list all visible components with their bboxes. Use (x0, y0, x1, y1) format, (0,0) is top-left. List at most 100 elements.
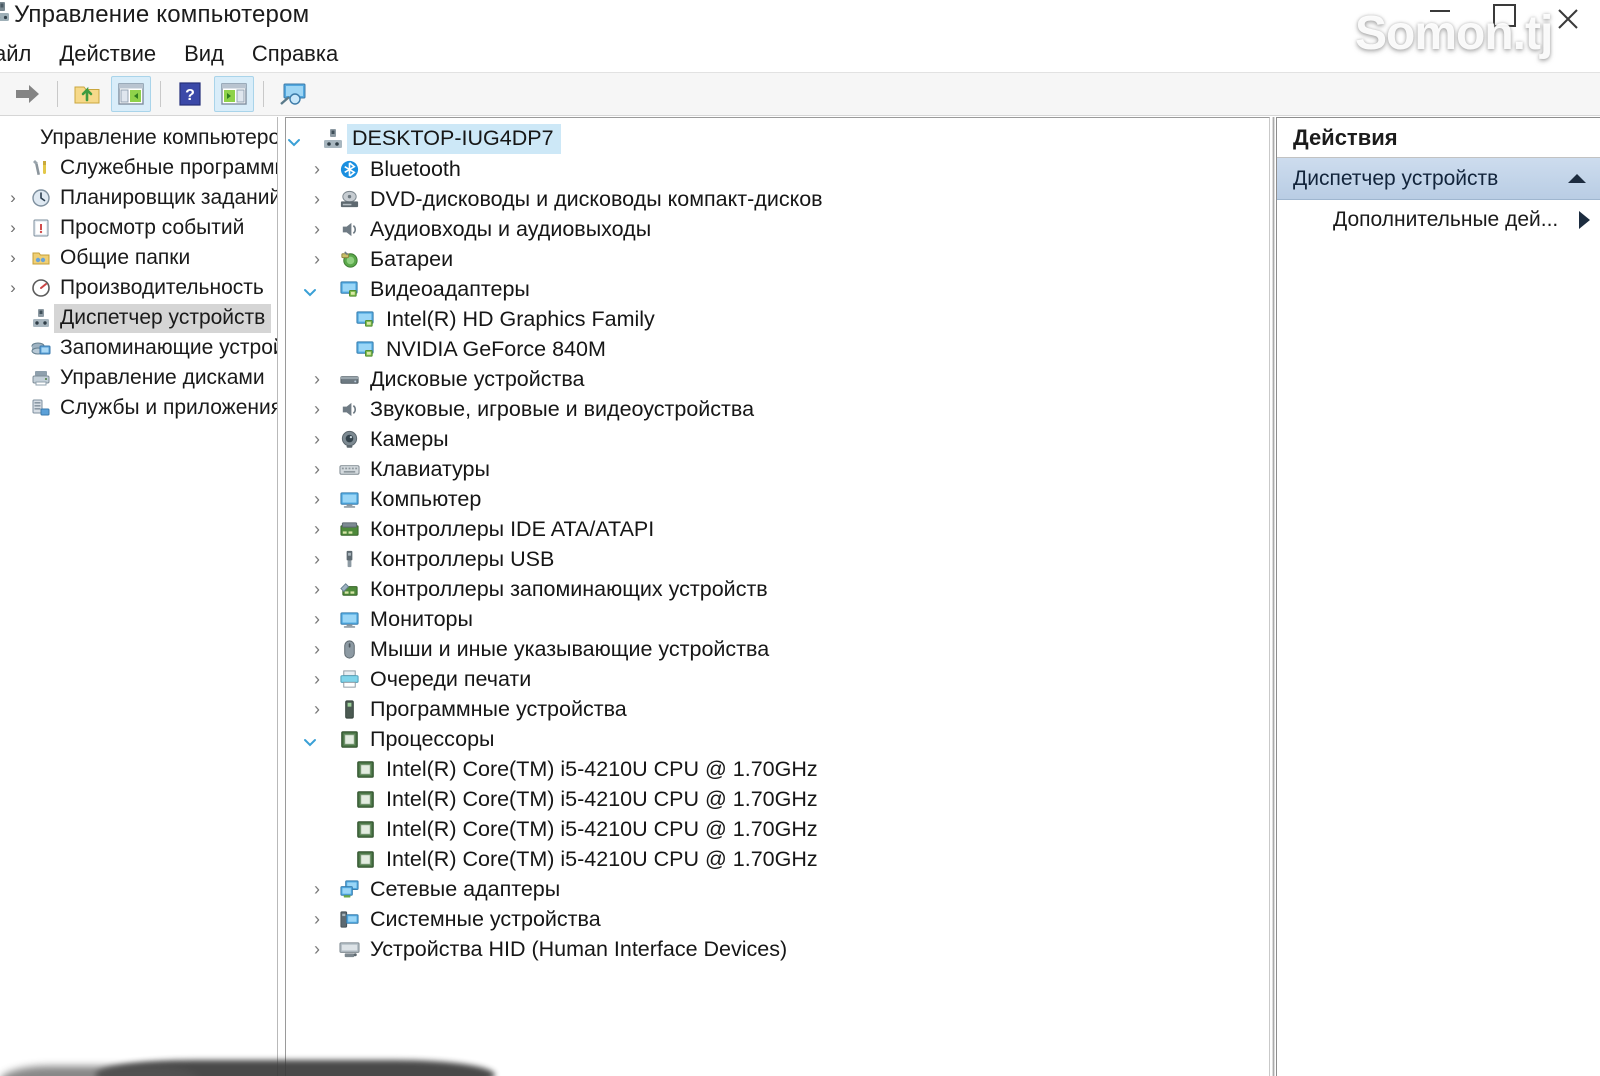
device-node-audio-io[interactable]: › Аудиовходы и аудиовыходы (286, 214, 1269, 244)
chevron-right-icon[interactable]: › (0, 248, 26, 268)
device-node-system-devices[interactable]: › Системные устройства (286, 904, 1269, 934)
storage-icon (26, 338, 56, 358)
sidebar-item-label: Производительность (60, 276, 264, 299)
close-icon[interactable] (1536, 0, 1600, 38)
device-node-cameras[interactable]: › Камеры (286, 424, 1269, 454)
menu-help[interactable]: Справка (238, 41, 352, 67)
minimize-icon[interactable] (1408, 0, 1472, 38)
chevron-right-icon[interactable]: › (302, 669, 332, 690)
menu-view[interactable]: Вид (170, 41, 238, 67)
chevron-right-icon[interactable]: › (302, 489, 332, 510)
action-item-more-actions[interactable]: Дополнительные дей... (1277, 200, 1600, 240)
sidebar-item-services-apps[interactable]: Службы и приложения (0, 393, 277, 423)
processor-icon (348, 789, 382, 810)
device-node-dvd-drives[interactable]: › DVD-дисководы и дисководы компакт-диск… (286, 184, 1269, 214)
chevron-right-icon[interactable]: › (302, 519, 332, 540)
device-node-disk-drives[interactable]: › Дисковые устройства (286, 364, 1269, 394)
submenu-arrow-icon[interactable] (1579, 211, 1590, 229)
sidebar-item-disk-management[interactable]: Управление дисками (0, 363, 277, 393)
chevron-right-icon[interactable]: › (0, 188, 26, 208)
device-node-cpu-core-1[interactable]: Intel(R) Core(TM) i5-4210U CPU @ 1.70GHz (286, 754, 1269, 784)
chevron-right-icon[interactable]: › (0, 218, 26, 238)
chevron-right-icon[interactable]: › (302, 249, 332, 270)
sidebar-item-shared-folders[interactable]: › Общие папки (0, 243, 277, 273)
help-icon[interactable]: ? (170, 76, 210, 112)
device-node-mice[interactable]: › Мыши и иные указывающие устройства (286, 634, 1269, 664)
device-node-sound-video-game[interactable]: › Звуковые, игровые и видеоустройства (286, 394, 1269, 424)
device-node-print-queues[interactable]: › Очереди печати (286, 664, 1269, 694)
chevron-right-icon[interactable]: › (302, 549, 332, 570)
chevron-right-icon[interactable]: › (302, 909, 332, 930)
device-node-nvidia-geforce[interactable]: NVIDIA GeForce 840M (286, 334, 1269, 364)
chevron-right-icon[interactable]: › (302, 369, 332, 390)
forward-arrow-icon[interactable] (8, 76, 48, 112)
device-node-cpu-core-3[interactable]: Intel(R) Core(TM) i5-4210U CPU @ 1.70GHz (286, 814, 1269, 844)
chevron-right-icon[interactable]: › (0, 278, 26, 298)
device-node-label: NVIDIA GeForce 840M (386, 336, 606, 361)
sidebar-item-performance[interactable]: › Производительность (0, 273, 277, 303)
device-node-keyboards[interactable]: › Клавиатуры (286, 454, 1269, 484)
device-node-hid-devices[interactable]: › Устройства HID (Human Interface Device… (286, 934, 1269, 964)
chevron-down-icon[interactable] (302, 278, 332, 300)
device-node-usb-controllers[interactable]: › Контроллеры USB (286, 544, 1269, 574)
device-node-bluetooth[interactable]: › Bluetooth (286, 154, 1269, 184)
camera-icon (332, 429, 366, 450)
maximize-icon[interactable] (1472, 0, 1536, 38)
storage-controller-icon (332, 579, 366, 600)
chevron-right-icon[interactable]: › (302, 399, 332, 420)
sidebar-item-device-manager[interactable]: Диспетчер устройств (0, 303, 277, 333)
device-node-monitors[interactable]: › Мониторы (286, 604, 1269, 634)
chevron-down-icon[interactable] (302, 728, 332, 750)
chevron-right-icon[interactable]: › (302, 699, 332, 720)
keyboard-icon (332, 459, 366, 480)
scan-hardware-icon[interactable] (273, 76, 313, 112)
device-node-label: Системные устройства (370, 906, 601, 931)
chevron-right-icon[interactable]: › (302, 879, 332, 900)
sidebar-item-label: Служебные программы (60, 156, 278, 179)
sidebar-item-event-viewer[interactable]: › Просмотр событий (0, 213, 277, 243)
chevron-right-icon[interactable]: › (302, 189, 332, 210)
action-item-label: Дополнительные дей... (1333, 208, 1559, 231)
show-tree-pane-icon[interactable] (111, 76, 151, 112)
folder-up-icon[interactable] (67, 76, 107, 112)
sidebar-item-system-tools[interactable]: Служебные программы (0, 153, 277, 183)
device-node-cpu-core-4[interactable]: Intel(R) Core(TM) i5-4210U CPU @ 1.70GHz (286, 844, 1269, 874)
actions-section-device-manager[interactable]: Диспетчер устройств (1277, 158, 1600, 200)
device-node-processors[interactable]: Процессоры (286, 724, 1269, 754)
svg-text:?: ? (185, 87, 195, 104)
computer-root-icon (316, 128, 350, 150)
sidebar-item-label: Управление дисками (60, 366, 265, 389)
chevron-right-icon[interactable]: › (302, 639, 332, 660)
device-node-computer[interactable]: › Компьютер (286, 484, 1269, 514)
device-tree-root[interactable]: DESKTOP-IUG4DP7 (286, 124, 1269, 154)
device-node-label: DVD-дисководы и дисководы компакт-дисков (370, 186, 823, 211)
device-node-display-adapters[interactable]: Видеоадаптеры (286, 274, 1269, 304)
chevron-right-icon[interactable]: › (302, 579, 332, 600)
actions-header: Действия (1277, 118, 1600, 158)
menu-file[interactable]: айл (0, 41, 45, 67)
chevron-right-icon[interactable]: › (302, 609, 332, 630)
sidebar-item-task-scheduler[interactable]: › Планировщик заданий (0, 183, 277, 213)
device-node-batteries[interactable]: › Батареи (286, 244, 1269, 274)
sidebar-item-label: Планировщик заданий (60, 186, 278, 209)
usb-controller-icon (332, 549, 366, 570)
chevron-down-icon[interactable] (286, 128, 316, 150)
device-node-label: Intel(R) Core(TM) i5-4210U CPU @ 1.70GHz (386, 846, 818, 871)
menu-action[interactable]: Действие (45, 41, 170, 67)
device-node-software-devices[interactable]: › Программные устройства (286, 694, 1269, 724)
sidebar-root[interactable]: Управление компьютером (л (0, 123, 277, 153)
device-node-cpu-core-2[interactable]: Intel(R) Core(TM) i5-4210U CPU @ 1.70GHz (286, 784, 1269, 814)
chevron-right-icon[interactable]: › (302, 159, 332, 180)
device-node-ide-controllers[interactable]: › Контроллеры IDE ATA/ATAPI (286, 514, 1269, 544)
sidebar-item-storage[interactable]: Запоминающие устройст (0, 333, 277, 363)
show-action-pane-icon[interactable] (214, 76, 254, 112)
chevron-right-icon[interactable]: › (302, 429, 332, 450)
device-node-label: Компьютер (370, 486, 482, 511)
collapse-caret-icon[interactable] (1568, 174, 1586, 183)
device-node-network-adapters[interactable]: › Сетевые адаптеры (286, 874, 1269, 904)
chevron-right-icon[interactable]: › (302, 219, 332, 240)
device-node-intel-hd-graphics[interactable]: Intel(R) HD Graphics Family (286, 304, 1269, 334)
chevron-right-icon[interactable]: › (302, 939, 332, 960)
chevron-right-icon[interactable]: › (302, 459, 332, 480)
device-node-storage-controllers[interactable]: › Контроллеры запоминающих устройств (286, 574, 1269, 604)
